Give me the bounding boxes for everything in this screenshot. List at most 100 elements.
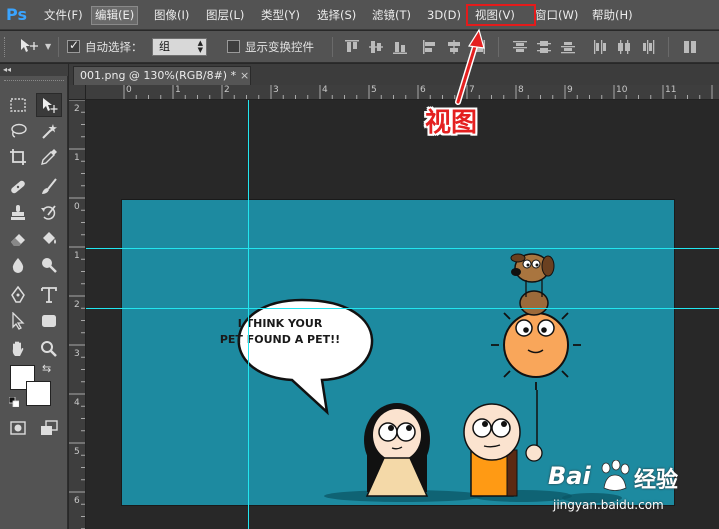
default-colors-icon[interactable] <box>9 397 19 407</box>
horizontal-guide[interactable] <box>86 308 719 309</box>
screen-mode-icon <box>41 420 58 435</box>
menu-file[interactable]: 文件(F) <box>41 6 86 25</box>
baidu-jingyan-watermark: Bai 经验 jingyan.baidu.com <box>548 460 716 524</box>
align-bottom-icon[interactable] <box>392 39 408 55</box>
align-vcenter-icon[interactable] <box>368 39 384 55</box>
eraser-tool[interactable] <box>5 227 31 251</box>
blur-icon <box>12 258 24 273</box>
ruler-label: 3 <box>273 85 279 95</box>
tools-panel-grip <box>4 80 64 83</box>
ruler-label: 5 <box>371 85 377 95</box>
magic-wand-tool[interactable] <box>36 119 62 143</box>
lasso-tool[interactable] <box>5 119 31 143</box>
ruler-label: 2 <box>74 300 80 310</box>
tools-panel-collapse[interactable]: ◂◂ <box>0 64 68 76</box>
path-select-tool[interactable] <box>5 309 31 333</box>
align-hcenter-icon[interactable] <box>446 39 462 55</box>
distribute-left-icon[interactable] <box>592 39 608 55</box>
annotation-label: 视图 <box>425 108 478 138</box>
tool-preset-move-icon[interactable] <box>18 38 40 58</box>
options-separator <box>58 37 59 57</box>
quick-mask-icon <box>10 421 26 435</box>
magic-wand-icon <box>42 124 57 139</box>
distribute-hcenter-icon[interactable] <box>616 39 632 55</box>
dodge-tool[interactable] <box>36 253 62 277</box>
speech-bubble-line-1: I THINK YOUR <box>237 317 323 330</box>
vertical-ruler[interactable]: 2 1 0 1 2 3 4 5 6 <box>69 100 86 529</box>
ruler-label: 10 <box>616 85 628 95</box>
menu-select[interactable]: 选择(S) <box>314 6 359 25</box>
brush-tool[interactable] <box>36 175 62 199</box>
ruler-origin[interactable] <box>69 85 86 100</box>
show-transform-label: 显示变换控件 <box>245 40 314 54</box>
vertical-guide[interactable] <box>248 100 249 529</box>
path-select-icon <box>12 312 25 330</box>
tools-panel: ◂◂ ⇆ <box>0 64 68 529</box>
horizontal-guide[interactable] <box>86 248 719 249</box>
watermark-brand-left: Bai <box>548 462 591 490</box>
marquee-icon <box>10 98 26 112</box>
ruler-label: 1 <box>175 85 181 95</box>
distribute-right-icon[interactable] <box>640 39 656 55</box>
document-tab[interactable]: 001.png @ 130%(RGB/8#) * × <box>73 66 251 85</box>
zoom-icon <box>41 341 57 357</box>
align-left-icon[interactable] <box>422 39 438 55</box>
paint-bucket-tool[interactable] <box>36 227 62 251</box>
menu-layer[interactable]: 图层(L) <box>203 6 247 25</box>
ruler-label: 0 <box>126 85 132 95</box>
ruler-label: 6 <box>74 496 80 506</box>
horizontal-ruler[interactable]: 0 1 2 3 4 5 6 7 8 9 10 11 <box>86 85 719 100</box>
options-bar: ▼ 自动选择： 组 ▲▼ 显示变换控件 <box>0 31 719 63</box>
options-separator <box>668 37 669 57</box>
hand-tool[interactable] <box>5 337 31 361</box>
distribute-bottom-icon[interactable] <box>560 39 576 55</box>
crop-tool[interactable] <box>5 145 31 169</box>
ruler-label: 0 <box>74 202 80 212</box>
healing-brush-tool[interactable] <box>5 175 31 199</box>
menu-filter[interactable]: 滤镜(T) <box>369 6 414 25</box>
menu-help[interactable]: 帮助(H) <box>589 6 636 25</box>
marquee-tool[interactable] <box>5 93 31 117</box>
ruler-label: 9 <box>567 85 573 95</box>
ruler-label: 5 <box>74 447 80 457</box>
align-right-icon[interactable] <box>470 39 486 55</box>
close-icon[interactable]: × <box>240 67 249 84</box>
blur-tool[interactable] <box>5 253 31 277</box>
auto-align-layers-icon[interactable] <box>682 39 698 55</box>
ruler-label: 4 <box>322 85 328 95</box>
document-tab-title: 001.png @ 130%(RGB/8#) * <box>80 69 237 82</box>
speech-bubble-line-2: PET FOUND A PET!! <box>219 333 341 346</box>
screen-mode-tool[interactable] <box>36 416 62 440</box>
menu-window[interactable]: 窗口(W) <box>532 6 581 25</box>
menu-3d[interactable]: 3D(D) <box>424 6 464 25</box>
menu-edit[interactable]: 编辑(E) <box>91 6 139 25</box>
chevron-down-icon[interactable]: ▼ <box>45 42 51 51</box>
rectangle-icon <box>42 315 56 327</box>
distribute-top-icon[interactable] <box>512 39 528 55</box>
paint-bucket-icon <box>43 232 56 244</box>
eyedropper-icon <box>41 149 57 165</box>
history-brush-tool[interactable] <box>36 201 62 225</box>
pen-tool[interactable] <box>5 283 31 307</box>
eyedropper-tool[interactable] <box>36 145 62 169</box>
quick-mask-tool[interactable] <box>5 416 31 440</box>
rectangle-tool[interactable] <box>36 309 62 333</box>
distribute-vcenter-icon[interactable] <box>536 39 552 55</box>
background-color-swatch[interactable] <box>26 381 51 406</box>
ruler-label: 7 <box>469 85 475 95</box>
menu-image[interactable]: 图像(I) <box>151 6 192 25</box>
clone-stamp-tool[interactable] <box>5 201 31 225</box>
lasso-icon <box>11 123 27 138</box>
history-brush-icon <box>41 205 56 220</box>
menu-bar: Ps 文件(F) 编辑(E) 图像(I) 图层(L) 类型(Y) 选择(S) 滤… <box>0 0 719 30</box>
show-transform-checkbox[interactable] <box>227 40 240 53</box>
type-tool[interactable] <box>36 283 62 307</box>
align-top-icon[interactable] <box>344 39 360 55</box>
move-tool[interactable] <box>36 93 62 117</box>
swap-colors-icon[interactable]: ⇆ <box>42 362 51 375</box>
auto-select-dropdown[interactable]: 组 ▲ ▼ <box>152 38 207 56</box>
menu-type[interactable]: 类型(Y) <box>258 6 303 25</box>
zoom-tool[interactable] <box>36 337 62 361</box>
auto-select-checkbox[interactable] <box>67 38 80 53</box>
watermark-url: jingyan.baidu.com <box>553 498 664 512</box>
